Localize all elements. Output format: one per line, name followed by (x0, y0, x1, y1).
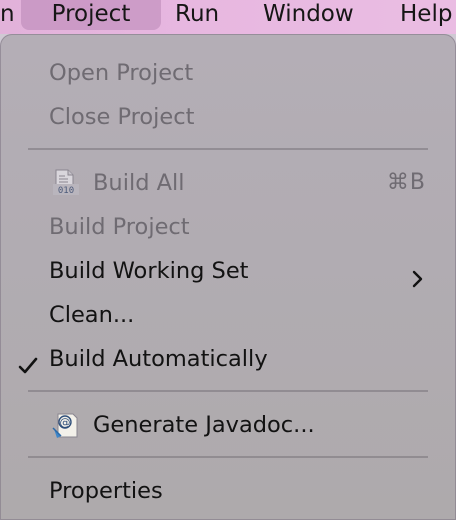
menu-item-label: Close Project (49, 104, 195, 130)
keyboard-shortcut: ⌘B (386, 170, 426, 195)
menu-separator (28, 390, 428, 392)
menu-item-label: Build Working Set (49, 258, 249, 284)
menu-item-build-automatically[interactable]: Build Automatically (0, 339, 456, 379)
svg-text:010: 010 (58, 186, 74, 196)
menu-item-label: Generate Javadoc... (93, 412, 315, 438)
menu-item-label: Build Project (49, 214, 190, 240)
menu-item-clean[interactable]: Clean... (0, 295, 456, 335)
menu-item-label: Properties (49, 478, 163, 504)
menu-item-generate-javadoc[interactable]: @ Generate Javadoc... (0, 405, 456, 445)
menu-item-label: Open Project (49, 60, 194, 86)
chevron-right-icon (412, 261, 424, 288)
menu-item-build-project[interactable]: Build Project (0, 207, 456, 247)
menu-separator (28, 148, 428, 150)
menu-item-label: Build Automatically (49, 346, 268, 372)
menubar-item-help[interactable]: Help (400, 0, 452, 30)
menubar-item-run[interactable]: Run (175, 0, 219, 30)
menubar-item-window[interactable]: Window (263, 0, 354, 30)
javadoc-icon: @ (51, 410, 81, 440)
menu-separator (28, 456, 428, 458)
menubar-item-project[interactable]: Project (21, 0, 161, 30)
menu-item-open-project[interactable]: Open Project (0, 53, 456, 93)
menu-item-label: Build All (93, 170, 185, 196)
menu-item-close-project[interactable]: Close Project (0, 97, 456, 137)
checkmark-icon (17, 349, 39, 374)
project-menu-dropdown: Open Project Close Project 010 Build All… (0, 34, 456, 520)
menu-item-build-working-set[interactable]: Build Working Set (0, 251, 456, 291)
svg-text:@: @ (60, 416, 71, 429)
menu-item-properties[interactable]: Properties (0, 471, 456, 511)
menu-item-build-all[interactable]: 010 Build All ⌘B (0, 163, 456, 203)
menubar-item-partial[interactable]: n (0, 0, 15, 30)
menu-item-label: Clean... (49, 302, 135, 328)
menu-bar: n Project Run Window Help (0, 0, 456, 34)
binary-file-icon: 010 (51, 168, 81, 198)
